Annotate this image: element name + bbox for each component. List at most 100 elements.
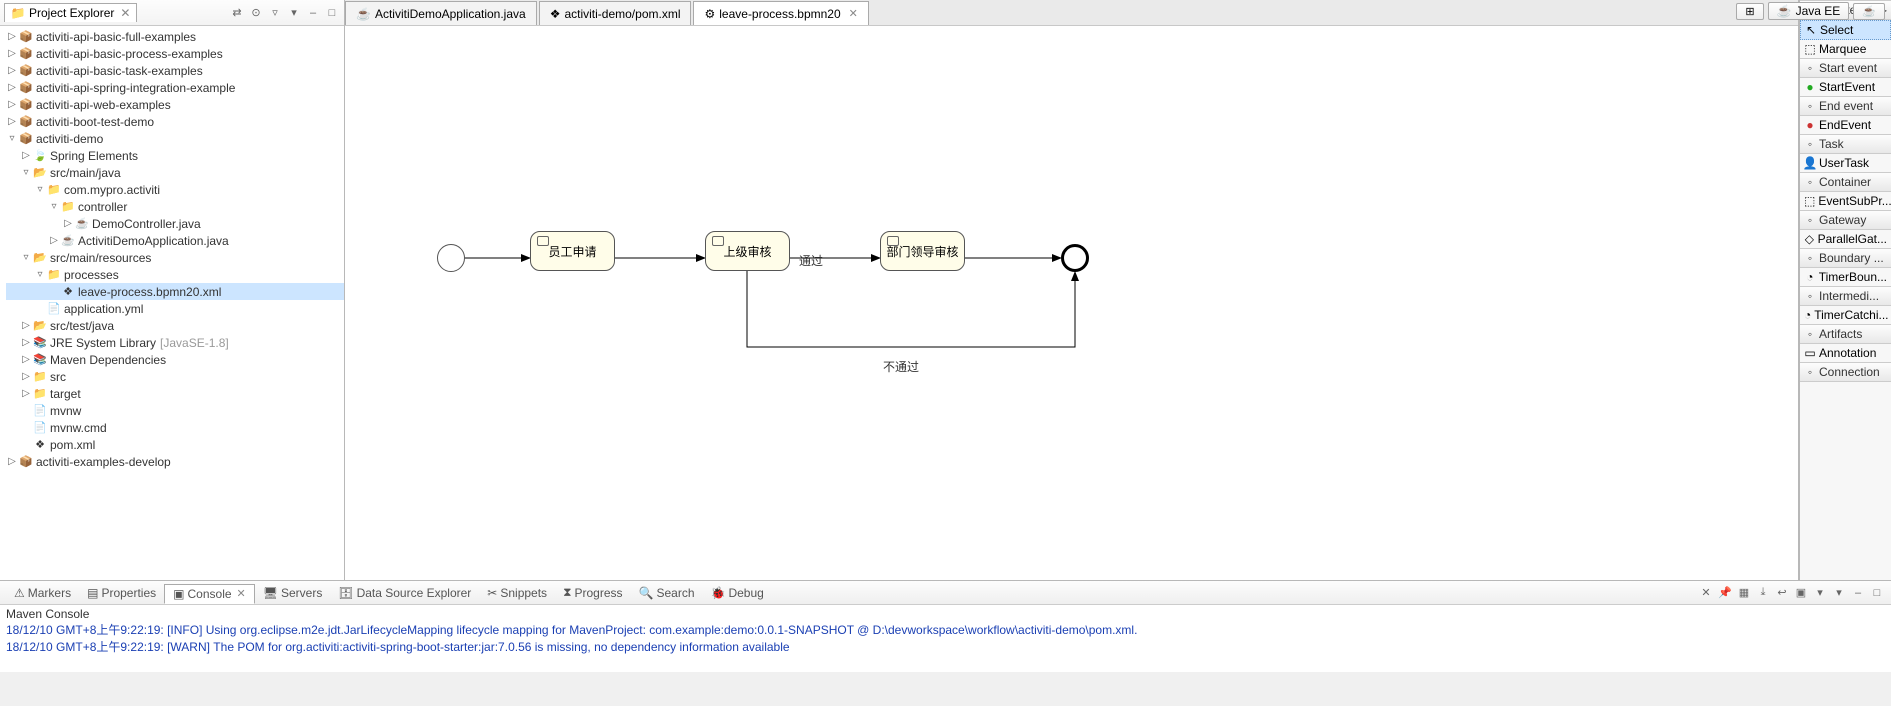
project-explorer-tab[interactable]: 📁 Project Explorer ✕ [4, 3, 137, 22]
clear-icon[interactable]: ✕ [1698, 585, 1714, 601]
expand-icon[interactable]: ▷ [6, 65, 18, 76]
select-console-icon[interactable]: ▾ [1812, 585, 1828, 601]
tree-item[interactable]: ▷📦activiti-api-web-examples [6, 96, 344, 113]
tree-item[interactable]: ▷☕ActivitiDemoApplication.java [6, 232, 344, 249]
close-icon[interactable]: ✕ [237, 587, 246, 600]
max-icon[interactable]: □ [1869, 585, 1885, 601]
expand-icon[interactable]: ▿ [48, 201, 60, 212]
expand-icon[interactable]: ▷ [62, 218, 74, 229]
expand-icon[interactable]: ▷ [20, 337, 32, 348]
link-icon[interactable]: ⇄ [229, 5, 245, 21]
palette-section[interactable]: ◦Task [1800, 134, 1891, 154]
tree-item[interactable]: ▿📂src/main/java [6, 164, 344, 181]
expand-icon[interactable]: ▷ [6, 48, 18, 59]
java-ee-perspective-button[interactable]: ☕Java EE [1768, 2, 1850, 20]
tree-item[interactable]: ▷📦activiti-api-spring-integration-exampl… [6, 79, 344, 96]
expand-icon[interactable]: ▿ [20, 167, 32, 178]
close-icon[interactable]: ✕ [849, 7, 858, 20]
expand-icon[interactable]: ▷ [20, 354, 32, 365]
bpmn-canvas[interactable]: 员工申请上级审核部门领导审核通过不通过 [345, 26, 1798, 580]
tree-item[interactable]: ▷📚JRE System Library[JavaSE-1.8] [6, 334, 344, 351]
tree-item[interactable]: ▷❖pom.xml [6, 436, 344, 453]
palette-item[interactable]: ◔TimerBoun... [1800, 268, 1891, 286]
palette-section[interactable]: ◦Gateway [1800, 210, 1891, 230]
view-tab[interactable]: 🗄Data Source Explorer [330, 584, 479, 602]
menu-icon[interactable]: ▾ [1831, 585, 1847, 601]
expand-icon[interactable]: ▷ [6, 31, 18, 42]
tree-item[interactable]: ▷❖leave-process.bpmn20.xml [6, 283, 344, 300]
palette-section[interactable]: ◦Boundary ... [1800, 248, 1891, 268]
palette-item[interactable]: ◔TimerCatchi... [1800, 306, 1891, 324]
palette-item[interactable]: ▭Annotation [1800, 344, 1891, 362]
palette-section[interactable]: ◦End event [1800, 96, 1891, 116]
tree-item[interactable]: ▷📚Maven Dependencies [6, 351, 344, 368]
tree-item[interactable]: ▿📦activiti-demo [6, 130, 344, 147]
open-perspective-button[interactable]: ⊞ [1736, 3, 1763, 20]
min-icon[interactable]: – [1850, 585, 1866, 601]
palette-section[interactable]: ◦Start event [1800, 58, 1891, 78]
tree-item[interactable]: ▷📂src/test/java [6, 317, 344, 334]
editor-tab[interactable]: ☕ActivitiDemoApplication.java [345, 1, 537, 25]
display-icon[interactable]: ▦ [1736, 585, 1752, 601]
bpmn-start-event[interactable] [437, 244, 465, 272]
expand-icon[interactable]: ▷ [20, 150, 32, 161]
editor-tab[interactable]: ⚙leave-process.bpmn20✕ [693, 1, 868, 25]
tree-item[interactable]: ▷📦activiti-api-basic-full-examples [6, 28, 344, 45]
palette-item[interactable]: ◇ParallelGat... [1800, 230, 1891, 248]
palette-item[interactable]: ↖Select [1800, 20, 1891, 40]
palette-item[interactable]: ●EndEvent [1800, 116, 1891, 134]
editor-tab[interactable]: ❖activiti-demo/pom.xml [539, 1, 692, 25]
bpmn-user-task[interactable]: 员工申请 [530, 231, 615, 271]
focus-icon[interactable]: ⊙ [248, 5, 264, 21]
tree-item[interactable]: ▿📁processes [6, 266, 344, 283]
max-icon[interactable]: □ [324, 5, 340, 21]
palette-item[interactable]: 👤UserTask [1800, 154, 1891, 172]
bpmn-user-task[interactable]: 部门领导审核 [880, 231, 965, 271]
expand-icon[interactable]: ▷ [20, 371, 32, 382]
view-tab[interactable]: ✂Snippets [479, 584, 555, 602]
tree-item[interactable]: ▿📂src/main/resources [6, 249, 344, 266]
tree-item[interactable]: ▷📁target [6, 385, 344, 402]
tree-item[interactable]: ▷📦activiti-examples-develop [6, 453, 344, 470]
view-tab[interactable]: ⚠Markers [6, 584, 79, 602]
expand-icon[interactable]: ▿ [34, 184, 46, 195]
expand-icon[interactable]: ▷ [6, 99, 18, 110]
wrap-icon[interactable]: ↩ [1774, 585, 1790, 601]
expand-icon[interactable]: ▿ [6, 133, 18, 144]
view-tab[interactable]: ⧗Progress [555, 583, 630, 602]
tree-item[interactable]: ▿📁com.mypro.activiti [6, 181, 344, 198]
palette-section[interactable]: ◦Artifacts [1800, 324, 1891, 344]
tree-item[interactable]: ▷🍃Spring Elements [6, 147, 344, 164]
tree-item[interactable]: ▷📦activiti-api-basic-task-examples [6, 62, 344, 79]
tree-item[interactable]: ▷📦activiti-boot-test-demo [6, 113, 344, 130]
expand-icon[interactable]: ▷ [20, 320, 32, 331]
tree-item[interactable]: ▷📄application.yml [6, 300, 344, 317]
expand-icon[interactable]: ▷ [6, 116, 18, 127]
palette-section[interactable]: ◦Container [1800, 172, 1891, 192]
open-console-icon[interactable]: ▣ [1793, 585, 1809, 601]
expand-icon[interactable]: ▷ [6, 82, 18, 93]
expand-icon[interactable]: ▷ [48, 235, 60, 246]
tree-item[interactable]: ▷📦activiti-api-basic-process-examples [6, 45, 344, 62]
tree-item[interactable]: ▿📁controller [6, 198, 344, 215]
close-icon[interactable]: ✕ [120, 6, 130, 20]
palette-item[interactable]: ⬚Marquee [1800, 40, 1891, 58]
min-icon[interactable]: – [305, 5, 321, 21]
palette-item[interactable]: ●StartEvent [1800, 78, 1891, 96]
scroll-lock-icon[interactable]: ⤓ [1755, 585, 1771, 601]
pin-icon[interactable]: 📌 [1717, 585, 1733, 601]
expand-icon[interactable]: ▿ [20, 252, 32, 263]
expand-icon[interactable]: ▷ [20, 388, 32, 399]
view-tab[interactable]: 🐞Debug [703, 584, 772, 602]
perspective-switcher[interactable]: ⊞ ☕Java EE ☕ [1736, 2, 1885, 20]
view-tab[interactable]: ▤Properties [79, 584, 164, 602]
view-tab[interactable]: 🖥Servers [255, 584, 331, 602]
expand-icon[interactable]: ▿ [34, 269, 46, 280]
palette-section[interactable]: ◦Connection [1800, 362, 1891, 382]
expand-icon[interactable]: ▷ [6, 456, 18, 467]
view-tab[interactable]: 🔍Search [631, 584, 703, 602]
view-tab[interactable]: ▣Console✕ [164, 584, 255, 604]
palette-section[interactable]: ◦Intermedi... [1800, 286, 1891, 306]
menu-icon[interactable]: ▾ [286, 5, 302, 21]
java-perspective-button[interactable]: ☕ [1853, 3, 1885, 20]
